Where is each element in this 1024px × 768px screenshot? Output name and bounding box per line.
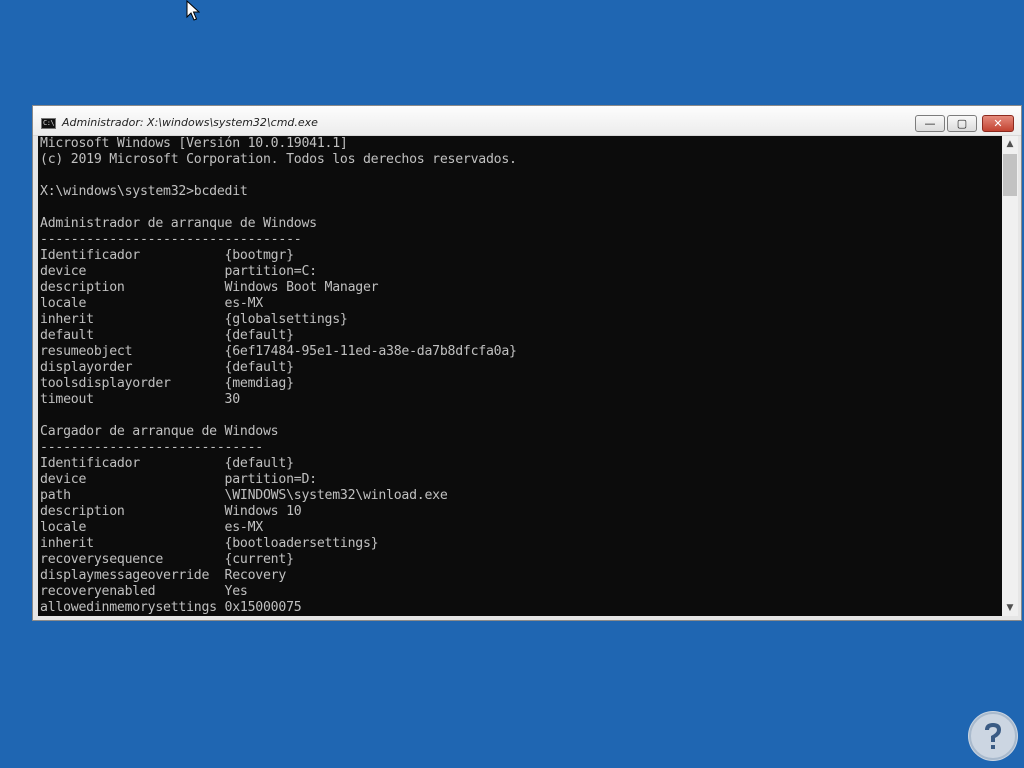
console-line: X:\windows\system32>bcdedit (40, 184, 248, 199)
console-line: displayorder {default} (40, 360, 294, 375)
console-line: displaymessageoverride Recovery (40, 568, 287, 583)
console-line: Identificador {bootmgr} (40, 248, 294, 263)
console-output[interactable]: Microsoft Windows [Versión 10.0.19041.1]… (38, 136, 1002, 616)
desktop: C:\ Administrador: X:\windows\system32\c… (0, 0, 1024, 768)
maximize-button[interactable]: ▢ (947, 115, 977, 132)
console-line: ----------------------------- (40, 440, 263, 455)
console-line: timeout 30 (40, 392, 240, 407)
console-line: locale es-MX (40, 296, 263, 311)
scroll-down-arrow-icon[interactable]: ▼ (1002, 600, 1018, 616)
cmd-window[interactable]: C:\ Administrador: X:\windows\system32\c… (32, 105, 1022, 621)
console-line: device partition=C: (40, 264, 317, 279)
console-line: resumeobject {6ef17484-95e1-11ed-a38e-da… (40, 344, 517, 359)
arrow-cursor-icon (186, 0, 200, 21)
console-line: ---------------------------------- (40, 232, 302, 247)
console-line: device partition=D: (40, 472, 317, 487)
console-line: Microsoft Windows [Versión 10.0.19041.1] (40, 136, 348, 151)
scroll-up-arrow-icon[interactable]: ▲ (1002, 136, 1018, 152)
console-line: (c) 2019 Microsoft Corporation. Todos lo… (40, 152, 517, 167)
console-line: description Windows 10 (40, 504, 302, 519)
title-bar[interactable]: C:\ Administrador: X:\windows\system32\c… (33, 106, 1021, 136)
solvetic-logo-icon (968, 711, 1018, 761)
console-line: allowedinmemorysettings 0x15000075 (40, 600, 302, 615)
console-text: Microsoft Windows [Versión 10.0.19041.1]… (40, 136, 517, 616)
console-line: inherit {bootloadersettings} (40, 536, 379, 551)
console-line: Administrador de arranque de Windows (40, 216, 317, 231)
console-line: locale es-MX (40, 520, 263, 535)
console-line: description Windows Boot Manager (40, 280, 379, 295)
window-title: Administrador: X:\windows\system32\cmd.e… (62, 116, 318, 129)
minimize-button[interactable]: — (915, 115, 945, 132)
console-line: recoveryenabled Yes (40, 584, 248, 599)
cmd-icon-label: C:\ (43, 119, 55, 127)
console-line: path \WINDOWS\system32\winload.exe (40, 488, 448, 503)
scroll-thumb[interactable] (1003, 154, 1017, 196)
console-line: toolsdisplayorder {memdiag} (40, 376, 294, 391)
vertical-scrollbar[interactable]: ▲ ▼ (1002, 136, 1018, 616)
console-line: recoverysequence {current} (40, 552, 294, 567)
close-button[interactable]: ✕ (982, 115, 1014, 132)
console-line: default {default} (40, 328, 294, 343)
console-line: inherit {globalsettings} (40, 312, 348, 327)
cmd-icon: C:\ (41, 118, 56, 129)
console-line: Cargador de arranque de Windows (40, 424, 279, 439)
console-line: Identificador {default} (40, 456, 294, 471)
